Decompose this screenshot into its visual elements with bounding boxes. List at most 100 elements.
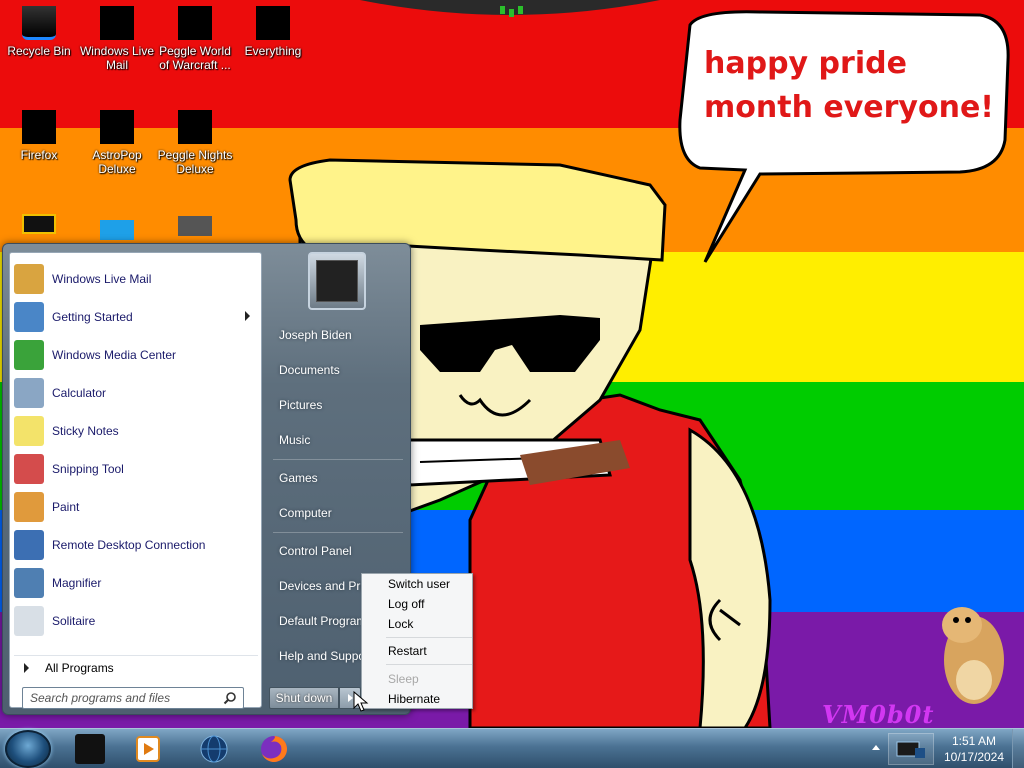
start-program-windows-media-center[interactable]: Windows Media Center — [14, 337, 258, 373]
separator — [273, 532, 403, 533]
start-place-documents[interactable]: Documents — [275, 355, 409, 385]
taskbar-clock[interactable]: 1:51 AM 10/17/2024 — [940, 733, 1008, 765]
app-icon — [22, 214, 56, 234]
separator — [273, 459, 403, 460]
recycle-bin-icon — [22, 6, 56, 40]
start-program-label: Paint — [52, 500, 80, 514]
all-programs-button[interactable]: All Programs — [14, 655, 258, 679]
desktop-icon-recycle-bin[interactable]: Recycle Bin — [0, 6, 78, 58]
desktop-icon-everything[interactable]: Everything — [234, 6, 312, 58]
chevron-right-icon — [245, 311, 250, 321]
mouse-cursor-icon — [353, 690, 369, 712]
hamster-figure — [942, 607, 1004, 704]
start-menu: Windows Live Mail Getting Started Windows … — [2, 243, 411, 715]
black-app-icon — [75, 734, 105, 764]
remote-desktop-icon — [14, 530, 44, 560]
magnifier-icon — [14, 568, 44, 598]
show-hidden-icons-arrow-icon[interactable] — [872, 745, 880, 750]
taskbar: 1:51 AM 10/17/2024 — [0, 728, 1024, 768]
start-place-user-folder[interactable]: Joseph Biden — [275, 320, 409, 350]
start-program-label: Remote Desktop Connection — [52, 538, 206, 552]
system-tray — [862, 729, 942, 768]
desktop-icon-partial[interactable] — [156, 216, 234, 240]
start-program-magnifier[interactable]: Magnifier — [14, 565, 258, 601]
mail-icon — [100, 6, 134, 40]
paint-icon — [14, 492, 44, 522]
peggle-nights-icon — [178, 110, 212, 144]
desktop-icon-label: Peggle Nights Deluxe — [157, 148, 233, 176]
start-program-calculator[interactable]: Calculator — [14, 375, 258, 411]
chevron-right-icon — [24, 662, 29, 673]
desktop-icon-partial[interactable] — [78, 220, 156, 244]
app-icon — [100, 220, 134, 240]
cartoon-arm — [688, 427, 772, 728]
taskbar-windows-media-player[interactable] — [118, 731, 176, 767]
start-menu-programs-pane: Windows Live Mail Getting Started Windows … — [9, 252, 262, 709]
start-program-label: Getting Started — [52, 310, 133, 324]
menu-separator — [386, 664, 472, 665]
menu-item-hibernate[interactable]: Hibernate — [388, 689, 472, 709]
show-desktop-button[interactable] — [1012, 729, 1024, 768]
menu-item-log-off[interactable]: Log off — [388, 594, 472, 614]
desktop-icon-label: Peggle World of Warcraft ... — [159, 44, 231, 72]
start-program-label: Windows Live Mail — [52, 272, 152, 286]
taskbar-pinned-app[interactable] — [60, 731, 118, 767]
clock-date: 10/17/2024 — [943, 750, 1005, 764]
start-program-remote-desktop-connection[interactable]: Remote Desktop Connection — [14, 527, 258, 563]
solitaire-icon — [14, 606, 44, 636]
desktop-icon-astropop-deluxe[interactable]: AstroPop Deluxe — [78, 110, 156, 176]
app-icon — [178, 216, 212, 236]
desktop-icon-peggle-world-of-warcraft[interactable]: Peggle World of Warcraft ... — [156, 6, 234, 72]
start-program-solitaire[interactable]: Solitaire — [14, 603, 258, 639]
start-program-label: Solitaire — [52, 614, 96, 628]
power-options-menu: Switch user Log off Lock Restart Sleep H… — [361, 573, 473, 709]
start-place-control-panel[interactable]: Control Panel — [275, 536, 409, 566]
menu-item-sleep: Sleep — [388, 672, 419, 686]
start-program-label: Magnifier — [52, 576, 102, 590]
desktop-icon-partial[interactable] — [0, 214, 78, 238]
astropop-icon — [100, 110, 134, 144]
start-program-getting-started[interactable]: Getting Started — [14, 299, 258, 335]
menu-item-lock[interactable]: Lock — [388, 614, 472, 634]
taskbar-firefox[interactable] — [244, 731, 302, 767]
network-status-icon[interactable] — [888, 733, 934, 765]
snipping-tool-icon — [14, 454, 44, 484]
menu-item-switch-user[interactable]: Switch user — [388, 574, 472, 594]
start-program-snipping-tool[interactable]: Snipping Tool — [14, 451, 258, 487]
start-place-games[interactable]: Games — [275, 463, 409, 493]
peggle-icon — [178, 6, 212, 40]
start-place-music[interactable]: Music — [275, 425, 409, 455]
start-search-box[interactable] — [22, 687, 244, 709]
calculator-icon — [14, 378, 44, 408]
desktop-icon-label: Firefox — [20, 148, 58, 162]
user-avatar[interactable] — [308, 252, 366, 310]
desktop-icon-label: Windows Live Mail — [79, 44, 155, 72]
start-program-windows-live-mail[interactable]: Windows Live Mail — [14, 261, 258, 297]
avatar-image — [316, 260, 358, 302]
start-button[interactable] — [5, 730, 51, 768]
start-place-pictures[interactable]: Pictures — [275, 390, 409, 420]
start-program-label: Snipping Tool — [52, 462, 124, 476]
start-program-label: Sticky Notes — [52, 424, 119, 438]
shutdown-button[interactable]: Shut down — [269, 687, 339, 709]
desktop-icon-firefox[interactable]: Firefox — [0, 110, 78, 162]
desktop-icon-peggle-nights-deluxe[interactable]: Peggle Nights Deluxe — [156, 110, 234, 176]
search-input[interactable] — [23, 688, 213, 708]
mail-icon — [14, 264, 44, 294]
start-program-label: Calculator — [52, 386, 107, 400]
start-program-paint[interactable]: Paint — [14, 489, 258, 525]
menu-item-restart[interactable]: Restart — [388, 641, 472, 661]
globe-icon — [200, 735, 228, 763]
start-place-computer[interactable]: Computer — [275, 498, 409, 528]
search-everything-icon — [256, 6, 290, 40]
taskbar-internet-browser[interactable] — [184, 731, 242, 767]
search-icon[interactable] — [223, 691, 237, 705]
start-program-sticky-notes[interactable]: Sticky Notes — [14, 413, 258, 449]
media-center-icon — [14, 340, 44, 370]
firefox-icon — [22, 110, 56, 144]
sticky-notes-icon — [14, 416, 44, 446]
desktop-icon-label: AstroPop Deluxe — [92, 148, 142, 176]
clock-time: 1:51 AM — [951, 734, 997, 748]
getting-started-icon — [14, 302, 44, 332]
desktop-icon-windows-live-mail[interactable]: Windows Live Mail — [78, 6, 156, 72]
